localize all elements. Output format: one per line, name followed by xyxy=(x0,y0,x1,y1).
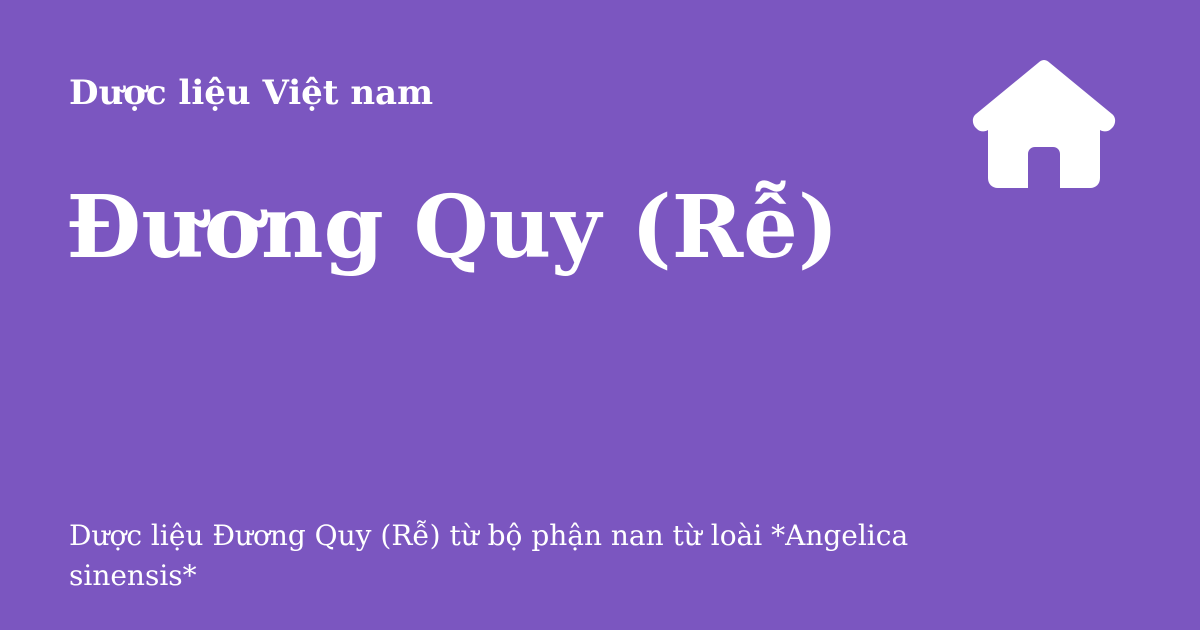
social-card: Dược liệu Việt nam Đương Quy (Rễ) Dược l… xyxy=(0,0,1200,630)
page-title: Đương Quy (Rễ) xyxy=(66,177,839,278)
home-icon[interactable] xyxy=(972,60,1116,188)
site-name: Dược liệu Việt nam xyxy=(69,73,434,113)
page-description: Dược liệu Đương Quy (Rễ) từ bộ phận nan … xyxy=(69,519,909,592)
